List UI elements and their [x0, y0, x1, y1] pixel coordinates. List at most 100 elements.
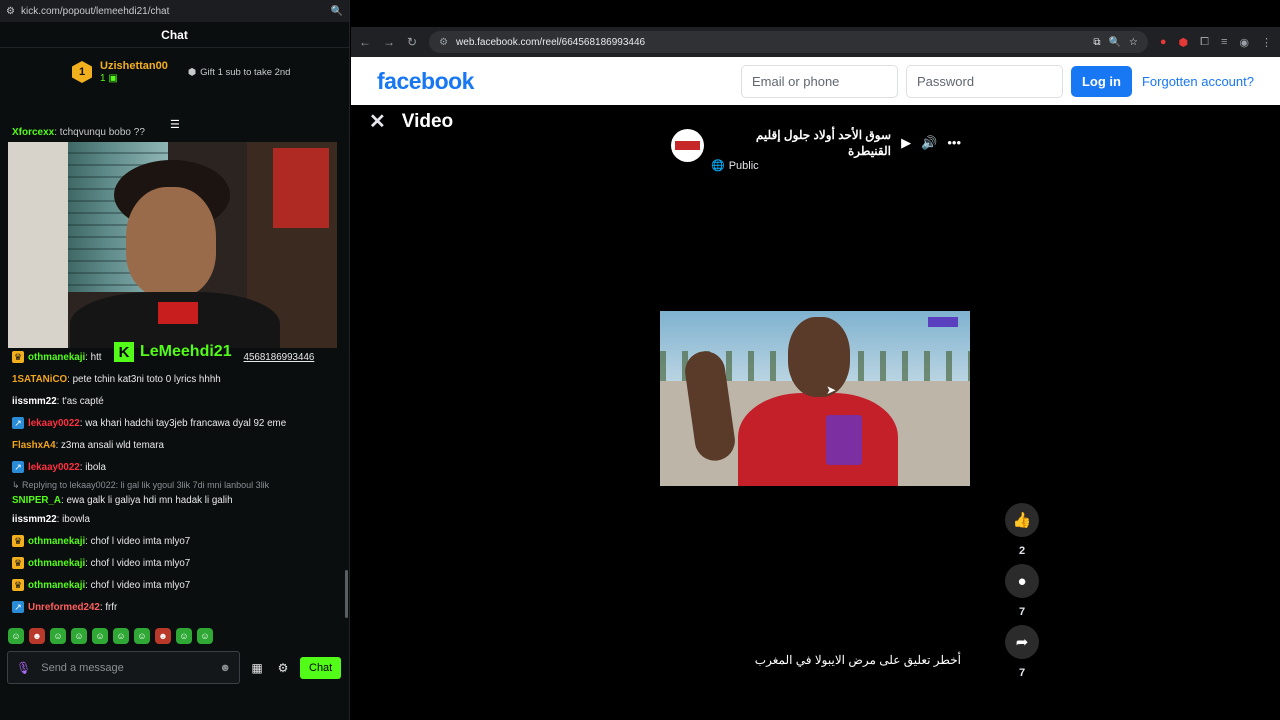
- chat-message: SNIPER_A : ewa galk li galiya hdi mn had…: [12, 492, 342, 508]
- crown-badge-icon: ♛: [12, 557, 24, 569]
- media-control-icon[interactable]: ≡: [1221, 36, 1227, 48]
- like-button[interactable]: 👍: [1005, 503, 1039, 537]
- emote-icon[interactable]: ☺: [197, 628, 213, 644]
- emote-icon[interactable]: ☺: [176, 628, 192, 644]
- thumbs-up-icon: 👍: [1012, 512, 1032, 529]
- gift-sub-button[interactable]: ⬢ Gift 1 sub to take 2nd: [188, 67, 291, 78]
- browser-toolbar: ← → ↻ ⚙ web.facebook.com/reel/6645681869…: [351, 27, 1280, 57]
- emote-icon[interactable]: ☺: [113, 628, 129, 644]
- more-options-icon[interactable]: •••: [947, 135, 961, 151]
- forward-icon[interactable]: →: [383, 35, 395, 49]
- password-field[interactable]: Password: [905, 64, 1063, 98]
- chat-text: : tchqvunqu bobo ??: [54, 127, 145, 138]
- reload-icon[interactable]: ↻: [407, 35, 417, 49]
- chat-message-input[interactable]: 🎙 Send a message ☻: [7, 651, 240, 684]
- chat-username[interactable]: othmanekaji: [28, 352, 85, 363]
- chat-username[interactable]: SNIPER_A: [12, 495, 61, 506]
- reply-context[interactable]: ↳ Replying to lekaay0022: li gal lik ygo…: [12, 478, 342, 492]
- chat-username[interactable]: iissmm22: [12, 396, 57, 407]
- chat-username[interactable]: lekaay0022: [28, 462, 80, 473]
- microphone-icon[interactable]: 🎙: [16, 661, 31, 675]
- share-icon: ➦: [1015, 634, 1029, 651]
- emote-icon[interactable]: ☺: [92, 628, 108, 644]
- browser-window: ← → ↻ ⚙ web.facebook.com/reel/6645681869…: [351, 27, 1280, 692]
- zoom-icon[interactable]: 🔍: [1108, 37, 1120, 48]
- back-icon[interactable]: ←: [359, 35, 371, 49]
- chat-text: : chof l video imta mlyo7: [85, 579, 191, 591]
- chat-username[interactable]: othmanekaji: [28, 580, 85, 591]
- extension-icon[interactable]: ●: [1160, 36, 1167, 48]
- emote-icon[interactable]: ☺: [134, 628, 150, 644]
- email-field[interactable]: Email or phone: [740, 64, 898, 98]
- browser-menu-icon[interactable]: ⋮: [1261, 36, 1272, 49]
- chat-username[interactable]: Unreformed242: [28, 602, 100, 613]
- site-info-icon[interactable]: ⚙: [439, 37, 448, 48]
- pinned-chevron-icon[interactable]: ☰: [170, 118, 180, 131]
- facebook-header: facebook Email or phone Password Log in …: [351, 57, 1280, 105]
- store-icon[interactable]: ▦: [248, 661, 266, 675]
- adblock-icon[interactable]: ⬢: [1179, 36, 1189, 49]
- reel-actions: 👍 2 ● 7 ➦ 7: [1005, 503, 1039, 686]
- kick-url[interactable]: kick.com/popout/lemeehdi21/chat: [21, 6, 325, 17]
- chat-send-button[interactable]: Chat: [300, 656, 342, 679]
- emote-icon[interactable]: ☺: [71, 628, 87, 644]
- share-button[interactable]: ➦: [1005, 625, 1039, 659]
- chat-message: ↗ Unreformed242 : frfr: [12, 596, 342, 618]
- close-icon[interactable]: ✕: [369, 109, 386, 134]
- forgotten-account-link[interactable]: Forgotten account?: [1142, 74, 1254, 89]
- chat-message: ♛ othmanekaji : chof l video imta mlyo7: [12, 530, 342, 552]
- chat-text: : frfr: [99, 601, 118, 613]
- install-icon[interactable]: ⧉: [1093, 37, 1100, 48]
- emote-icon[interactable]: ☻: [155, 628, 171, 644]
- chat-username[interactable]: iissmm22: [12, 514, 57, 525]
- play-icon[interactable]: ▶: [901, 135, 911, 151]
- verified-arrow-icon: ↗: [12, 601, 24, 613]
- chat-username[interactable]: othmanekaji: [28, 536, 85, 547]
- kick-chat-window: ⚙ kick.com/popout/lemeehdi21/chat 🔍 Chat…: [0, 0, 350, 720]
- verified-arrow-icon: ↗: [12, 417, 24, 429]
- chat-username[interactable]: 1SATANiCO: [12, 374, 67, 385]
- volume-icon[interactable]: 🔊: [921, 135, 937, 151]
- comment-button[interactable]: ●: [1005, 564, 1039, 598]
- chat-message: iissmm22 : ibowla: [12, 508, 342, 530]
- chat-message: iissmm22 : t'as capté: [12, 390, 342, 412]
- reel-controls: ▶ 🔊 •••: [901, 135, 961, 151]
- gift-box-icon: ⬢: [187, 66, 197, 78]
- zoom-icon[interactable]: 🔍: [331, 6, 343, 17]
- site-settings-icon[interactable]: ⚙: [6, 6, 15, 17]
- emote-icon[interactable]: ☻: [29, 628, 45, 644]
- chat-input-placeholder: Send a message: [41, 661, 124, 674]
- chat-text: : z3ma ansali wld temara: [55, 439, 164, 451]
- emote-icon[interactable]: ☺: [8, 628, 24, 644]
- crown-badge-icon: ♛: [12, 535, 24, 547]
- chat-text: : ibowla: [56, 513, 90, 525]
- video-header: ✕ Video: [369, 109, 453, 134]
- chat-link[interactable]: 4568186993446: [244, 352, 315, 363]
- puzzle-extensions-icon[interactable]: ⧠: [1200, 36, 1209, 49]
- reply-icon: ↳: [12, 479, 23, 490]
- chat-username[interactable]: FlashxA4: [12, 440, 56, 451]
- chat-username[interactable]: lekaay0022: [28, 418, 80, 429]
- emote-icon[interactable]: ☺: [50, 628, 66, 644]
- globe-icon: 🌐: [711, 160, 725, 172]
- chat-scrollbar[interactable]: [345, 570, 348, 618]
- reel-video[interactable]: [660, 311, 970, 486]
- bookmark-star-icon[interactable]: ☆: [1129, 37, 1138, 48]
- gifter-name[interactable]: Uzishettan00: [100, 60, 168, 73]
- chat-text: : ibola: [79, 461, 106, 473]
- gear-icon[interactable]: ⚙: [274, 661, 292, 675]
- profile-avatar-icon[interactable]: ◉: [1239, 36, 1249, 49]
- page-avatar[interactable]: [671, 129, 704, 162]
- emote-bar: ☺ ☻ ☺ ☺ ☺ ☺ ☺ ☻ ☺ ☺: [8, 628, 213, 644]
- reel-page-title[interactable]: سوق الأحد أولاد جلول إقليم القنيطرة: [711, 127, 891, 159]
- address-bar[interactable]: ⚙ web.facebook.com/reel/664568186993446 …: [429, 31, 1148, 53]
- emoji-icon[interactable]: ☻: [219, 662, 231, 674]
- chat-username[interactable]: othmanekaji: [28, 558, 85, 569]
- reel-caption: أخطر تعليق على مرض الايبولا في المغرب: [754, 653, 961, 667]
- login-button[interactable]: Log in: [1070, 65, 1132, 97]
- facebook-logo[interactable]: facebook: [377, 68, 733, 95]
- chat-text: : chof l video imta mlyo7: [85, 557, 191, 569]
- chat-message-cutoff: Xforcexx: tchqvunqu bobo ??: [12, 127, 145, 138]
- chat-message: ↗ lekaay0022 : wa khari hadchi tay3jeb f…: [12, 412, 342, 434]
- chat-username[interactable]: Xforcexx: [12, 127, 54, 138]
